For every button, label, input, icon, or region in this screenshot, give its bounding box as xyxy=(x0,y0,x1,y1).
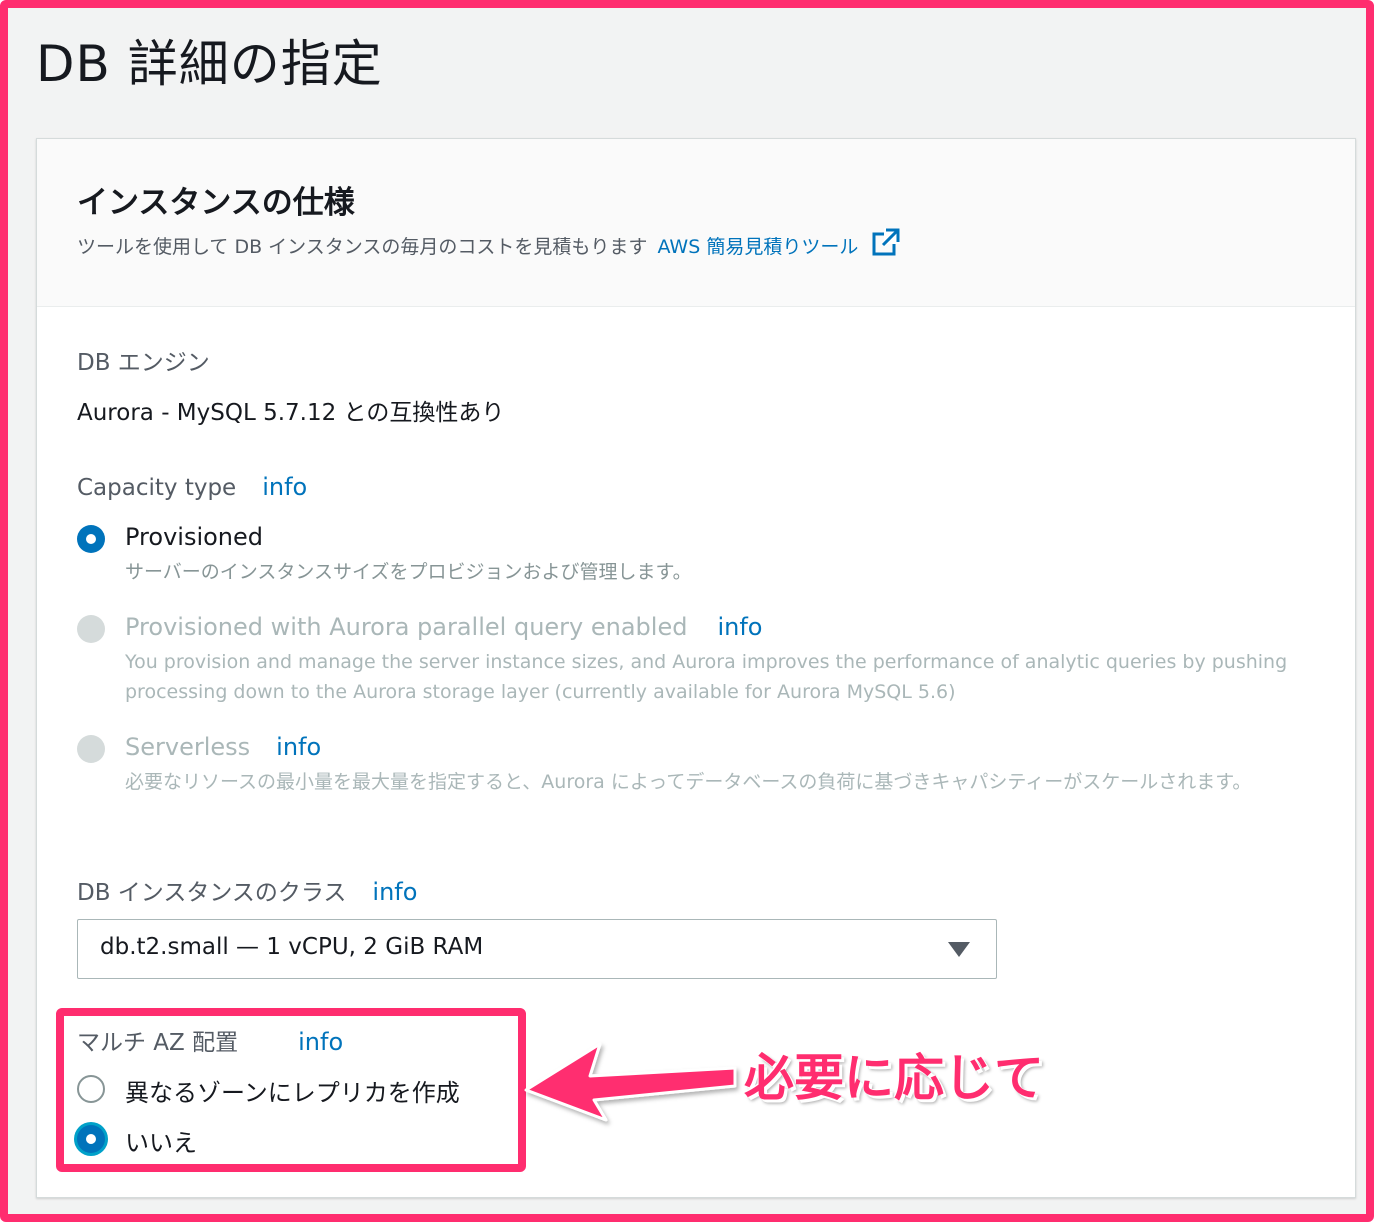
capacity-type-info-link[interactable]: info xyxy=(262,473,307,501)
option-serverless-title: Serverless info xyxy=(125,733,321,761)
capacity-type-label: Capacity type info xyxy=(77,473,307,501)
calculator-link[interactable]: AWS 簡易見積りツール xyxy=(657,236,858,258)
option-parallel-query-title-text: Provisioned with Aurora parallel query e… xyxy=(125,613,688,641)
option-serverless-title-text: Serverless xyxy=(125,733,251,761)
parallel-query-info-link[interactable]: info xyxy=(717,613,762,641)
annotation-text: 必要に応じて xyxy=(744,1049,1044,1107)
instance-class-info-link[interactable]: info xyxy=(372,878,417,906)
instance-class-selected-value: db.t2.small — 1 vCPU, 2 GiB RAM xyxy=(100,934,484,960)
option-provisioned-description: サーバーのインスタンスサイズをプロビジョンおよび管理します。 xyxy=(125,561,692,583)
panel-header: インスタンスの仕様 ツールを使用して DB インスタンスの毎月のコストを見積もり… xyxy=(37,139,1355,307)
instance-class-label: DB インスタンスのクラス info xyxy=(77,873,417,907)
external-link-icon[interactable] xyxy=(872,228,901,261)
panel-title: インスタンスの仕様 xyxy=(77,185,355,221)
panel-description-text: ツールを使用して DB インスタンスの毎月のコストを見積もります xyxy=(77,236,648,258)
option-parallel-query-title: Provisioned with Aurora parallel query e… xyxy=(125,613,762,641)
option-serverless-description: 必要なリソースの最小量を最大量を指定すると、Aurora によってデータベースの… xyxy=(125,771,1252,793)
multi-az-highlight-box xyxy=(56,1008,526,1172)
option-parallel-query-description: You provision and manage the server inst… xyxy=(125,651,1288,703)
instance-class-label-text: DB インスタンスのクラス xyxy=(77,880,347,906)
capacity-type-label-text: Capacity type xyxy=(77,475,237,501)
radio-provisioned[interactable] xyxy=(77,525,105,553)
instance-class-select[interactable]: db.t2.small — 1 vCPU, 2 GiB RAM xyxy=(77,919,997,979)
option-provisioned-title[interactable]: Provisioned xyxy=(125,523,263,551)
annotation-arrow xyxy=(524,1042,737,1122)
radio-parallel-query[interactable] xyxy=(77,615,105,643)
page-title: DB 詳細の指定 xyxy=(36,35,383,93)
db-engine-value: Aurora - MySQL 5.7.12 との互換性あり xyxy=(77,400,505,426)
panel-description: ツールを使用して DB インスタンスの毎月のコストを見積もります AWS 簡易見… xyxy=(77,228,901,264)
serverless-info-link[interactable]: info xyxy=(276,733,321,761)
radio-serverless[interactable] xyxy=(77,735,105,763)
db-engine-label: DB エンジン xyxy=(77,350,210,376)
caret-down-icon xyxy=(948,942,970,957)
